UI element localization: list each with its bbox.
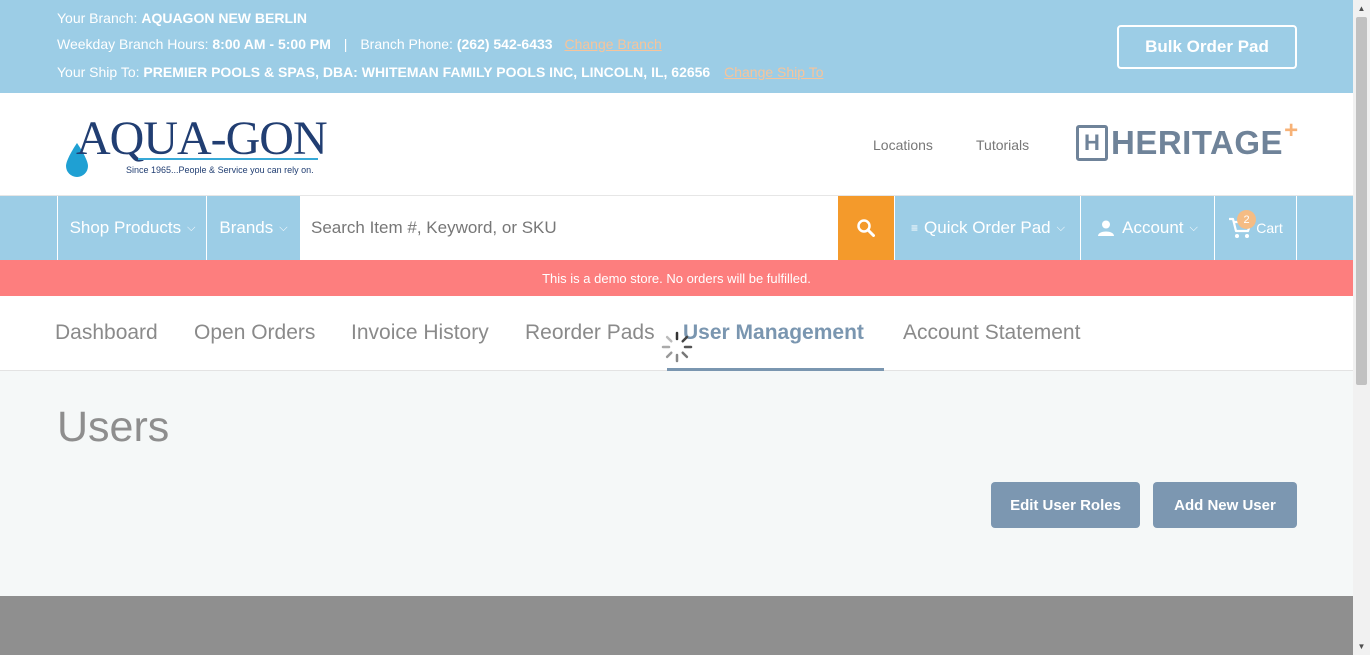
heritage-logo[interactable]: H HERITAGE + bbox=[1076, 117, 1298, 163]
quick-order-pad-label: Quick Order Pad bbox=[924, 218, 1051, 237]
shipto-line: Your Ship To: PREMIER POOLS & SPAS, DBA:… bbox=[57, 64, 823, 80]
shipto-label: Your Ship To: bbox=[57, 64, 140, 80]
shop-products-label: Shop Products bbox=[69, 218, 182, 237]
footer-area bbox=[0, 596, 1353, 655]
scrollbar-thumb[interactable] bbox=[1356, 17, 1367, 385]
hours-line: Weekday Branch Hours: 8:00 AM - 5:00 PM … bbox=[57, 36, 662, 52]
hours-value: 8:00 AM - 5:00 PM bbox=[212, 36, 331, 52]
scroll-up-icon[interactable]: ▲ bbox=[1353, 0, 1370, 17]
change-shipto-link[interactable]: Change Ship To bbox=[724, 64, 823, 80]
brands-menu[interactable]: Brands ⌵ bbox=[206, 196, 300, 260]
chevron-down-icon: ⌵ bbox=[187, 221, 196, 234]
heritage-plus-icon: + bbox=[1284, 117, 1299, 144]
branch-line: Your Branch: AQUAGON NEW BERLIN bbox=[57, 10, 307, 26]
aquagon-logo[interactable]: AQUA-GON Since 1965...People & Service y… bbox=[64, 109, 328, 181]
search-icon bbox=[857, 219, 875, 237]
bulk-order-pad-button[interactable]: Bulk Order Pad bbox=[1117, 25, 1297, 69]
site-header: AQUA-GON Since 1965...People & Service y… bbox=[0, 93, 1353, 196]
cart-count-badge: 2 bbox=[1237, 210, 1256, 229]
account-menu[interactable]: Account ⌵ bbox=[1080, 196, 1215, 260]
chevron-down-icon: ⌵ bbox=[1056, 221, 1065, 234]
branch-info-bar: Your Branch: AQUAGON NEW BERLIN Weekday … bbox=[0, 0, 1353, 93]
search-button[interactable] bbox=[838, 196, 894, 260]
search-input[interactable] bbox=[300, 196, 838, 260]
branch-label: Your Branch: bbox=[57, 10, 138, 26]
tab-user-management[interactable]: User Management bbox=[683, 296, 864, 370]
chevron-down-icon: ⌵ bbox=[279, 221, 288, 234]
shop-products-menu[interactable]: Shop Products ⌵ bbox=[57, 196, 207, 260]
loading-spinner-icon bbox=[661, 331, 693, 363]
add-new-user-button[interactable]: Add New User bbox=[1153, 482, 1297, 528]
brands-label: Brands bbox=[219, 218, 274, 237]
phone-label: Branch Phone: bbox=[360, 36, 453, 52]
account-label: Account bbox=[1122, 218, 1184, 237]
user-icon bbox=[1098, 220, 1115, 236]
phone-value: (262) 542-6433 bbox=[456, 36, 553, 52]
heritage-wordmark: HERITAGE bbox=[1111, 124, 1284, 161]
shipto-value: PREMIER POOLS & SPAS, DBA: WHITEMAN FAMI… bbox=[143, 64, 711, 80]
change-branch-link[interactable]: Change Branch bbox=[564, 36, 661, 52]
logo-tagline: Since 1965...People & Service you can re… bbox=[126, 165, 314, 175]
edit-user-roles-button[interactable]: Edit User Roles bbox=[991, 482, 1140, 528]
main-navbar: Shop Products ⌵ Brands ⌵ ≡ Quick Order P… bbox=[0, 196, 1353, 260]
scroll-down-icon[interactable]: ▼ bbox=[1353, 638, 1370, 655]
cart-label: Cart bbox=[1256, 220, 1283, 236]
cart-button[interactable]: Cart bbox=[1214, 196, 1297, 260]
tutorials-link[interactable]: Tutorials bbox=[976, 137, 1029, 153]
tab-open-orders[interactable]: Open Orders bbox=[194, 296, 315, 370]
tab-account-statement[interactable]: Account Statement bbox=[903, 296, 1080, 370]
users-section: Users Edit User Roles Add New User bbox=[0, 371, 1353, 596]
list-icon: ≡ bbox=[911, 221, 919, 235]
heritage-h-icon: H bbox=[1076, 125, 1108, 161]
tab-invoice-history[interactable]: Invoice History bbox=[351, 296, 489, 370]
branch-name: AQUAGON NEW BERLIN bbox=[141, 10, 307, 26]
tab-reorder-pads[interactable]: Reorder Pads bbox=[525, 296, 655, 370]
separator: | bbox=[343, 36, 348, 52]
logo-wordmark: AQUA-GON bbox=[76, 112, 328, 165]
page-scrollbar[interactable]: ▲ ▼ bbox=[1353, 0, 1370, 655]
logo-underline bbox=[138, 158, 318, 160]
locations-link[interactable]: Locations bbox=[873, 137, 933, 153]
tab-dashboard[interactable]: Dashboard bbox=[55, 296, 158, 370]
quick-order-pad-menu[interactable]: ≡ Quick Order Pad ⌵ bbox=[894, 196, 1081, 260]
page-title: Users bbox=[57, 403, 170, 451]
hours-label: Weekday Branch Hours: bbox=[57, 36, 209, 52]
demo-store-banner: This is a demo store. No orders will be … bbox=[0, 260, 1353, 296]
chevron-down-icon: ⌵ bbox=[1189, 221, 1198, 234]
